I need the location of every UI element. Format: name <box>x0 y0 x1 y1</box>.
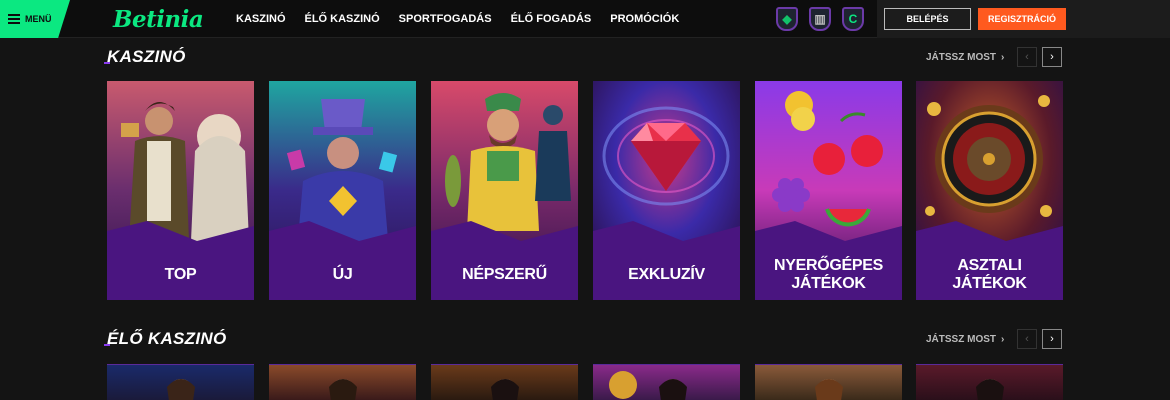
club-badge-icon[interactable]: ◆ <box>776 7 798 31</box>
card-label: TOP <box>164 265 197 283</box>
login-button[interactable]: Belépés <box>884 8 971 30</box>
dealer-thumbnail-icon <box>167 379 195 400</box>
category-card-slots[interactable]: NYERŐGÉPES JÁTÉKOK <box>755 81 902 300</box>
dealer-thumbnail-icon <box>609 371 687 400</box>
section-title-casino: KASZINÓ <box>104 47 186 66</box>
sponsor-badges: ◆ ▥ C <box>776 7 875 31</box>
register-button[interactable]: Regisztráció <box>978 8 1066 30</box>
nav-live-betting[interactable]: ÉLŐ FOGADÁS <box>511 13 592 25</box>
play-now-label: JÁTSSZ MOST <box>926 334 997 345</box>
live-game-card[interactable] <box>431 364 578 400</box>
live-game-card[interactable] <box>755 364 902 400</box>
menu-label: MENÜ <box>25 14 52 24</box>
carousel-prev-button[interactable]: ‹ <box>1017 47 1037 67</box>
card-label: NYERŐGÉPES JÁTÉKOK <box>773 256 884 292</box>
section-title-live-casino: ÉLŐ KASZINÓ <box>103 329 227 348</box>
carousel-prev-button[interactable]: ‹ <box>1017 329 1037 349</box>
category-card-table-games[interactable]: ASZTALI JÁTÉKOK <box>916 81 1063 300</box>
play-now-link-live-casino[interactable]: JÁTSSZ MOST › <box>926 334 1004 345</box>
nav-casino[interactable]: KASZINÓ <box>236 13 286 25</box>
category-card-new[interactable]: ÚJ <box>269 81 416 300</box>
play-now-label: JÁTSSZ MOST <box>926 52 997 63</box>
carousel-next-button[interactable]: › <box>1042 329 1062 349</box>
category-card-popular[interactable]: NÉPSZERŰ <box>431 81 578 300</box>
dealer-thumbnail-icon <box>491 379 519 400</box>
menu-button[interactable]: MENÜ <box>0 0 70 38</box>
dealer-thumbnail-icon <box>329 379 357 400</box>
nav-live-casino[interactable]: ÉLŐ KASZINÓ <box>305 13 380 25</box>
dealer-thumbnail-icon <box>815 379 843 400</box>
card-label: ÚJ <box>332 265 353 283</box>
club-badge-icon[interactable]: C <box>842 7 864 31</box>
card-label: ASZTALI JÁTÉKOK <box>952 256 1027 292</box>
category-card-exclusive[interactable]: EXKLUZÍV <box>593 81 740 300</box>
hamburger-icon <box>8 14 20 24</box>
chevron-right-icon: › <box>1001 52 1005 63</box>
play-now-link-casino[interactable]: JÁTSSZ MOST › <box>926 52 1004 63</box>
betinia-logo[interactable]: Betinia <box>113 6 204 33</box>
live-game-card[interactable] <box>916 364 1063 400</box>
chevron-right-icon: › <box>1001 334 1005 345</box>
nav-promotions[interactable]: PROMÓCIÓK <box>610 13 679 25</box>
live-game-card[interactable] <box>269 364 416 400</box>
carousel-next-button[interactable]: › <box>1042 47 1062 67</box>
card-label: NÉPSZERŰ <box>462 265 547 283</box>
live-game-card[interactable] <box>593 364 740 400</box>
live-game-card[interactable] <box>107 364 254 400</box>
dealer-thumbnail-icon <box>976 379 1004 400</box>
card-label: EXKLUZÍV <box>628 265 705 283</box>
main-nav: KASZINÓ ÉLŐ KASZINÓ SPORTFOGADÁS ÉLŐ FOG… <box>236 0 698 38</box>
category-card-top[interactable]: TOP <box>107 81 254 300</box>
top-header: MENÜ Betinia KASZINÓ ÉLŐ KASZINÓ SPORTFO… <box>0 0 1170 38</box>
nav-sportsbetting[interactable]: SPORTFOGADÁS <box>399 13 492 25</box>
club-badge-icon[interactable]: ▥ <box>809 7 831 31</box>
